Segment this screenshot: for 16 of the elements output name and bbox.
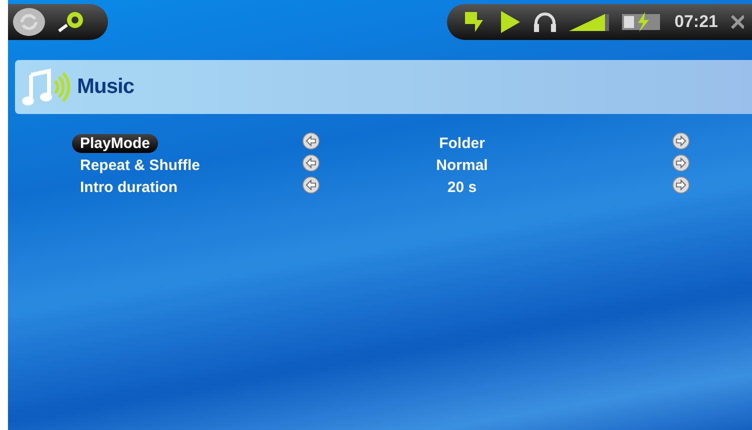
setting-label[interactable]: PlayMode (72, 134, 158, 153)
settings-icon[interactable] (56, 9, 86, 35)
clock-time: 07:21 (674, 12, 718, 32)
play-icon (498, 10, 521, 34)
setting-value: 20 s (447, 179, 477, 196)
headphones-icon (532, 11, 557, 33)
battery-charging-icon (620, 11, 663, 33)
section-title: Music (77, 75, 134, 99)
setting-value: Folder (439, 135, 485, 152)
setting-value: Normal (436, 157, 488, 174)
music-note-icon (21, 67, 71, 107)
setting-label[interactable]: Repeat & Shuffle (72, 156, 208, 175)
close-icon[interactable] (730, 13, 744, 31)
rotate-icon[interactable] (12, 7, 46, 37)
volume-icon (568, 12, 609, 32)
setting-label[interactable]: Intro duration (72, 178, 186, 197)
